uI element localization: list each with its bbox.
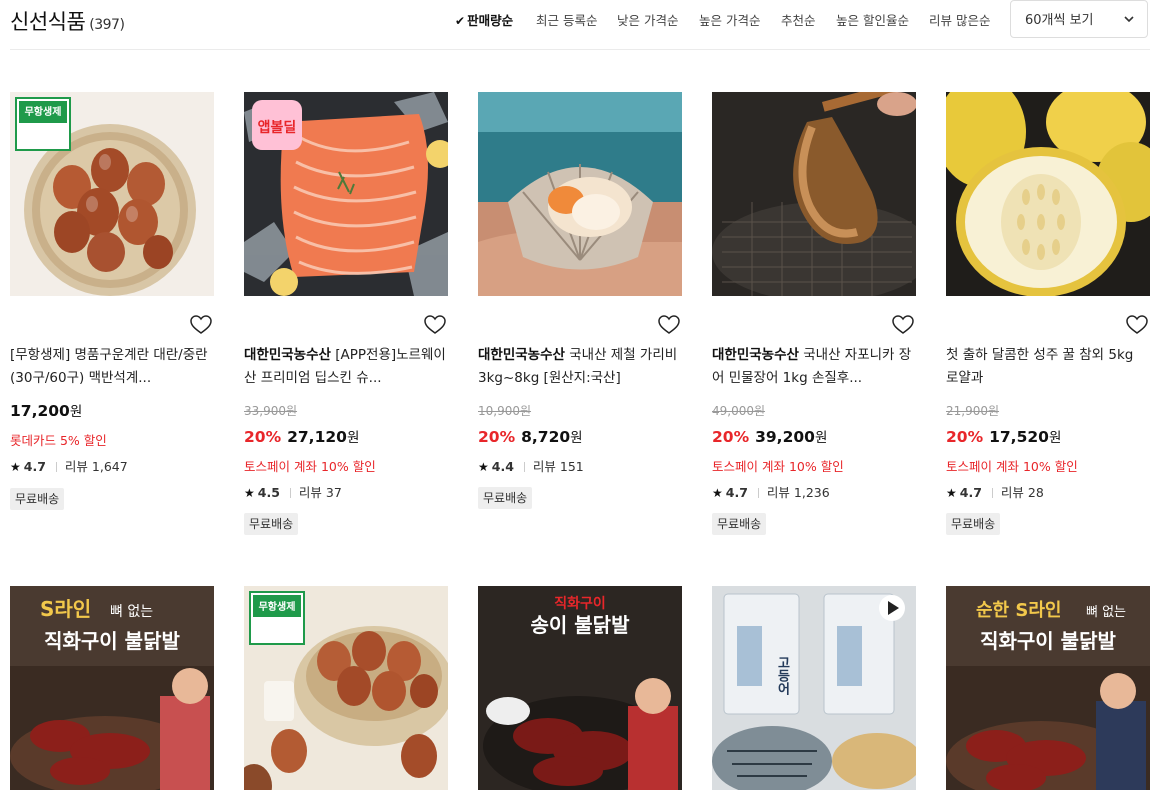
- sticker-label: 무항생제: [259, 600, 296, 613]
- product-card[interactable]: 첫 출하 달콤한 성주 꿀 참외 5kg 로얄과 21,900원 20% 17,5…: [946, 92, 1150, 542]
- product-name[interactable]: [무항생제] 명품구운계란 대란/중란 (30구/60구) 맥반석계...: [10, 344, 214, 390]
- product-card[interactable]: 대한민국농수산 국내산 자포니카 장어 민물장어 1kg 손질후... 49,0…: [712, 92, 916, 542]
- sort-discount-rate[interactable]: 높은 할인율순: [836, 10, 909, 29]
- heart-icon[interactable]: [423, 313, 447, 337]
- product-card[interactable]: 순한 S라인 뼈 없는 직화구이 불닭발: [946, 586, 1150, 798]
- original-price: 49,000원: [712, 404, 766, 418]
- product-card[interactable]: S라인 뼈 없는 직화구이 불닭발: [10, 586, 214, 798]
- original-price: 33,900원: [244, 404, 298, 418]
- sort-recent[interactable]: 최근 등록순: [536, 10, 597, 29]
- product-card[interactable]: 앱볼딜 대한민국농수산 [APP전용]노르웨이산 프리미엄 딥스킨 슈... 3…: [244, 92, 448, 542]
- page-size-select[interactable]: 60개씩 보기: [1010, 0, 1148, 38]
- product-name[interactable]: 대한민국농수산 국내산 자포니카 장어 민물장어 1kg 손질후...: [712, 344, 916, 390]
- sticker-label: 무항생제: [24, 107, 62, 118]
- product-image-chicken-feet-2[interactable]: 직화구이 송이 불닭발: [478, 586, 682, 790]
- original-price: 21,900원: [946, 404, 1000, 418]
- product-count: (397): [89, 17, 125, 33]
- card-promo: 토스페이 계좌 10% 할인: [712, 459, 844, 474]
- sort-high-price[interactable]: 높은 가격순: [699, 10, 760, 29]
- free-shipping-badge: 무료배송: [10, 488, 65, 510]
- promo-subline: 뼈 없는: [110, 604, 153, 620]
- promo-headline: S라인: [40, 597, 91, 621]
- product-price: 20% 39,200원: [712, 428, 828, 446]
- product-rating: ★ 4.7 리뷰 1,236: [712, 485, 830, 500]
- product-price: 17,200원: [10, 402, 83, 420]
- heart-icon[interactable]: [189, 313, 213, 337]
- free-shipping-badge: 무료배송: [478, 487, 533, 509]
- page-size-value: 60개씩 보기: [1025, 13, 1094, 28]
- free-shipping-badge: 무료배송: [712, 513, 767, 535]
- product-rating: ★ 4.7 리뷰 1,647: [10, 459, 128, 474]
- promo-title: 직화구이 불닭발: [980, 629, 1116, 653]
- product-price: 20% 8,720원: [478, 428, 583, 446]
- star-icon: ★: [712, 486, 723, 500]
- sort-low-price[interactable]: 낮은 가격순: [617, 10, 678, 29]
- product-price: 20% 17,520원: [946, 428, 1062, 446]
- product-name[interactable]: 대한민국농수산 [APP전용]노르웨이산 프리미엄 딥스킨 슈...: [244, 344, 448, 390]
- package-label: 고등어: [775, 656, 790, 696]
- product-name[interactable]: 대한민국농수산 국내산 제철 가리비 3kg~8kg [원산지:국산]: [478, 344, 682, 390]
- product-rating: ★ 4.5 리뷰 37: [244, 485, 342, 500]
- product-image-scallop[interactable]: [478, 92, 682, 296]
- product-card[interactable]: 대한민국농수산 국내산 제철 가리비 3kg~8kg [원산지:국산] 10,9…: [478, 92, 682, 512]
- product-image-salmon[interactable]: 앱볼딜: [244, 92, 448, 296]
- product-image-melon[interactable]: [946, 92, 1150, 296]
- card-promo: 롯데카드 5% 할인: [10, 433, 107, 448]
- card-promo: 토스페이 계좌 10% 할인: [946, 459, 1078, 474]
- product-card[interactable]: 직화구이 송이 불닭발: [478, 586, 682, 798]
- promo-subline: 뼈 없는: [1086, 605, 1126, 620]
- product-image-mackerel[interactable]: 고등어: [712, 586, 916, 790]
- card-promo: 토스페이 계좌 10% 할인: [244, 459, 376, 474]
- product-image-eggs-bowl[interactable]: 무항생제: [244, 586, 448, 790]
- star-icon: ★: [478, 460, 489, 474]
- star-icon: ★: [10, 460, 21, 474]
- heart-icon[interactable]: [891, 313, 915, 337]
- chevron-down-icon: [1124, 16, 1134, 23]
- product-card[interactable]: 고등어: [712, 586, 916, 798]
- product-rating: ★ 4.7 리뷰 28: [946, 485, 1044, 500]
- product-card[interactable]: 무항생제: [244, 586, 448, 798]
- free-shipping-badge: 무료배송: [244, 513, 299, 535]
- sort-bestselling[interactable]: ✔ 판매량순: [455, 10, 513, 29]
- heart-icon[interactable]: [657, 313, 681, 337]
- heart-icon[interactable]: [1125, 313, 1149, 337]
- product-name[interactable]: 첫 출하 달콤한 성주 꿀 참외 5kg 로얄과: [946, 344, 1150, 390]
- original-price: 10,900원: [478, 404, 532, 418]
- promo-headline: 순한 S라인: [976, 600, 1061, 621]
- product-card[interactable]: 무항생제 [무항생제] 명품구운계란 대란/중란 (30구/60구) 맥반석계.…: [10, 92, 214, 522]
- list-header: 신선식품 (397) ✔ 판매량순 최근 등록순 낮은 가격순 높은 가격순 추천순…: [0, 0, 1162, 50]
- product-image-chicken-feet[interactable]: S라인 뼈 없는 직화구이 불닭발: [10, 586, 214, 790]
- promo-headline: 직화구이: [554, 595, 606, 612]
- star-icon: ★: [244, 486, 255, 500]
- category-title: 신선식품 (397): [10, 6, 125, 36]
- product-price: 20% 27,120원: [244, 428, 360, 446]
- category-name: 신선식품: [10, 10, 86, 34]
- check-icon: ✔: [455, 14, 466, 28]
- star-icon: ★: [946, 486, 957, 500]
- promo-title: 송이 불닭발: [531, 613, 631, 637]
- header-divider: [10, 49, 1150, 50]
- promo-title: 직화구이 불닭발: [44, 629, 180, 653]
- product-image-chicken-feet-3[interactable]: 순한 S라인 뼈 없는 직화구이 불닭발: [946, 586, 1150, 790]
- product-rating: ★ 4.4 리뷰 151: [478, 459, 584, 474]
- product-image-eggs[interactable]: 무항생제: [10, 92, 214, 296]
- sort-recommended[interactable]: 추천순: [781, 10, 816, 29]
- sticker-label: 앱볼딜: [258, 120, 297, 136]
- product-image-eel[interactable]: [712, 92, 916, 296]
- sort-reviews[interactable]: 리뷰 많은순: [929, 10, 990, 29]
- free-shipping-badge: 무료배송: [946, 513, 1001, 535]
